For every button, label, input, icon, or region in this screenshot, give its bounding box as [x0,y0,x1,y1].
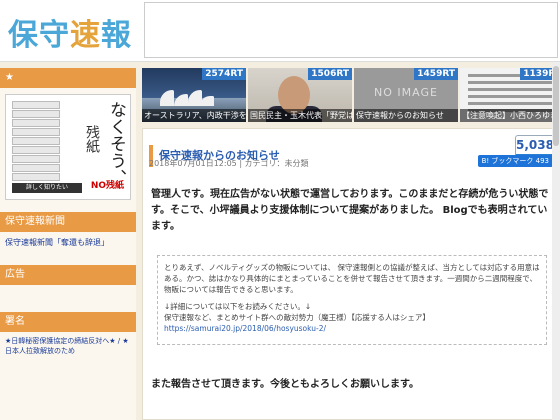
scrollbar-thumb[interactable] [553,66,559,146]
no-image-placeholder: NO IMAGE [374,86,438,99]
header-ad-banner[interactable] [144,2,558,58]
ad-sub-copy: 残紙 [84,125,100,153]
ad-brand-logo: NO残紙 [90,181,124,191]
ad-main-copy: なくそう、 [106,101,126,186]
article-lead: 管理人です。現在広告がない状態で運営しております。このままだと存続が危うい状態で… [151,189,549,232]
sidebar-heading-signature: 署名 [0,312,136,332]
article-meta: 2018年07月01日12:05 | カテゴリ：未分類 [149,159,309,168]
popular-article-3[interactable]: NO IMAGE 1459RT 保守速報からのお知らせ [354,68,458,122]
newspaper-pile-image [12,101,60,189]
quote-link-title: 保守速報など、まとめサイト群への敵対勢力（魔王様）【応援する人はシェア】 [164,313,430,322]
sidebar-link-signature[interactable]: ★日韓秘密保護協定の締結反対へ★ / ★日本人拉致解放のため [5,336,133,356]
article-closing: また報告させて頂きます。今後ともよろしくお願いします。 [151,379,419,390]
popular-articles-strip: 2574RT オーストラリア、内政干渉を防ぐための法案可決 外 1506RT 国… [142,68,560,122]
sidebar: ★ なくそう、 残紙 詳しく知りたい NO残紙 保守速報新聞 保守速報新聞「奪還… [0,68,136,420]
popular-article-1[interactable]: 2574RT オーストラリア、内政干渉を防ぐための法案可決 外 [142,68,246,122]
article-quote-box: とりあえず、ノベルティグッズの物販については、 保守速報側との協議が整えば、当方… [157,255,547,345]
popular-article-caption: オーストラリア、内政干渉を防ぐための法案可決 外 [142,109,246,122]
sidebar-ad-no-zanshi[interactable]: なくそう、 残紙 詳しく知りたい NO残紙 [5,94,131,200]
popular-article-4[interactable]: 1139RT 【注意喚起】小西ひろゆき氏「ポーランドは日本代 [460,68,560,122]
site-header: 保守速報 [0,0,560,62]
retweet-count-badge: 1506RT [308,68,352,80]
quote-details-note: ↓詳細については以下をお読みください。↓ [164,302,312,311]
quote-paragraph: とりあえず、ノベルティグッズの物販については、 保守速報側との協議が整えば、当方… [164,263,540,294]
share-count: 5,038 [516,138,554,152]
logo-text-hou: 報 [101,18,132,53]
article-card: 保守速報からのお知らせ 5,038 2018年07月01日12:05 | カテゴ… [142,128,558,420]
retweet-count-badge: 2574RT [202,68,246,80]
hatena-bookmark-button[interactable]: B! ブックマーク 493 [477,155,553,167]
sidebar-ad-heading: ★ [0,68,136,88]
quote-link[interactable]: https://samurai20.jp/2018/06/hosyusoku-2… [164,323,540,334]
popular-article-caption: 国民民主・玉木代表「野党は劣れている」「共通 [248,109,352,122]
sidebar-heading-ads: 広告 [0,265,136,285]
site-logo[interactable]: 保守速報 [8,10,132,54]
sidebar-link-newspaper[interactable]: 保守速報新聞「奪還も辞退」 [0,232,136,253]
popular-article-caption: 保守速報からのお知らせ [354,109,458,122]
popular-article-caption: 【注意喚起】小西ひろゆき氏「ポーランドは日本代 [460,109,560,122]
opera-house-image [160,90,214,106]
sidebar-heading-newspaper: 保守速報新聞 [0,212,136,232]
logo-text-soku: 速 [70,18,101,53]
page-scrollbar[interactable] [552,62,560,420]
ad-more-button[interactable]: 詳しく知りたい [12,183,82,193]
retweet-count-badge: 1459RT [414,68,458,80]
logo-text-hoshu: 保守 [8,18,70,53]
popular-article-2[interactable]: 1506RT 国民民主・玉木代表「野党は劣れている」「共通 [248,68,352,122]
